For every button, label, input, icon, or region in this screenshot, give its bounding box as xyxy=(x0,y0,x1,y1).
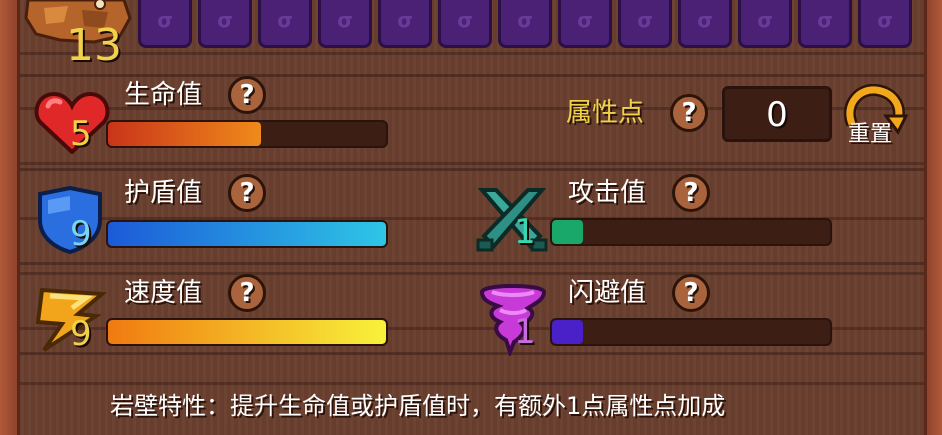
speed-label: 速度值 xyxy=(124,278,203,308)
shield-help-button[interactable]: ? xyxy=(228,174,266,212)
crossed-swords-icon xyxy=(476,188,548,252)
dodge-bar-fill xyxy=(552,320,583,344)
shield-value: 9 xyxy=(70,214,92,254)
tornado-icon xyxy=(479,284,547,356)
slot-glyph-icon: σ xyxy=(637,8,653,32)
attribute-points-value: 0 xyxy=(766,95,788,135)
slot-glyph-icon: σ xyxy=(757,8,773,32)
health-help-button[interactable]: ? xyxy=(228,76,266,114)
plank-seam xyxy=(20,74,924,77)
health-bar xyxy=(106,120,388,148)
dodge-label: 闪避值 xyxy=(568,278,647,308)
shield-bar xyxy=(106,220,388,248)
rune-slot[interactable]: σ xyxy=(318,0,372,48)
slot-glyph-icon: σ xyxy=(577,8,593,32)
rune-slot[interactable]: σ xyxy=(798,0,852,48)
reset-label: 重置 xyxy=(848,122,893,147)
level-badge: 13 xyxy=(24,0,134,70)
slot-glyph-icon: σ xyxy=(397,8,413,32)
slot-glyph-icon: σ xyxy=(817,8,833,32)
speed-help-button[interactable]: ? xyxy=(228,274,266,312)
rune-slot[interactable]: σ xyxy=(378,0,432,48)
slot-glyph-icon: σ xyxy=(157,8,173,32)
slot-glyph-icon: σ xyxy=(517,8,533,32)
wood-frame-left xyxy=(0,0,20,435)
plank-seam xyxy=(20,262,924,265)
wood-frame-right xyxy=(924,0,942,435)
attack-bar-fill xyxy=(552,220,583,244)
attack-bar xyxy=(550,218,832,246)
slot-glyph-icon: σ xyxy=(217,8,233,32)
attribute-points-label: 属性点 xyxy=(566,98,645,128)
health-value: 5 xyxy=(70,114,92,154)
reset-button[interactable]: 重置 xyxy=(840,84,910,154)
attribute-points-box: 0 xyxy=(722,86,832,142)
plank-seam xyxy=(20,168,924,171)
attribute-points-help-button[interactable]: ? xyxy=(670,94,708,132)
slot-glyph-icon: σ xyxy=(457,8,473,32)
shield-bar-fill xyxy=(108,222,386,246)
speed-value: 9 xyxy=(70,314,92,354)
rune-slot[interactable]: σ xyxy=(558,0,612,48)
dodge-help-button[interactable]: ? xyxy=(672,274,710,312)
health-label: 生命值 xyxy=(124,80,203,110)
speed-bar xyxy=(106,318,388,346)
level-number: 13 xyxy=(66,20,122,71)
rune-slot[interactable]: σ xyxy=(138,0,192,48)
rune-slot[interactable]: σ xyxy=(618,0,672,48)
health-bar-fill xyxy=(108,122,261,146)
speed-bar-fill xyxy=(108,320,386,344)
rune-slot[interactable]: σ xyxy=(438,0,492,48)
dodge-value: 1 xyxy=(514,312,536,352)
slot-glyph-icon: σ xyxy=(877,8,893,32)
rune-slot[interactable]: σ xyxy=(678,0,732,48)
trait-description: 岩壁特性：提升生命值或护盾值时，有额外1点属性点加成 xyxy=(110,392,726,420)
attack-label: 攻击值 xyxy=(568,178,647,208)
rune-slot[interactable]: σ xyxy=(738,0,792,48)
attribute-panel: 13 σ σ σ σ σ σ σ σ σ σ σ σ σ 5 生命值 ? 9 护… xyxy=(0,0,942,435)
dodge-bar xyxy=(550,318,832,346)
rune-slot[interactable]: σ xyxy=(198,0,252,48)
rune-slot[interactable]: σ xyxy=(258,0,312,48)
plank-seam xyxy=(20,352,924,355)
attack-help-button[interactable]: ? xyxy=(672,174,710,212)
slot-glyph-icon: σ xyxy=(277,8,293,32)
slot-glyph-icon: σ xyxy=(337,8,353,32)
rune-slot[interactable]: σ xyxy=(498,0,552,48)
slot-glyph-icon: σ xyxy=(697,8,713,32)
attack-value: 1 xyxy=(514,212,536,252)
shield-label: 护盾值 xyxy=(124,178,203,208)
rune-slot[interactable]: σ xyxy=(858,0,912,48)
